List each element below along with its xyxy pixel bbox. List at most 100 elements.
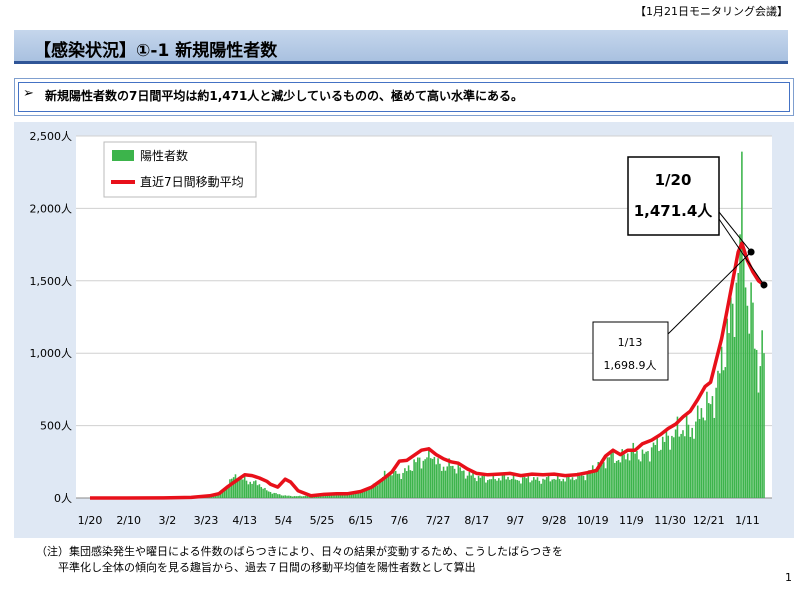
daily-bar xyxy=(426,457,428,498)
daily-bar xyxy=(450,466,452,498)
daily-bar xyxy=(728,333,730,498)
daily-bar xyxy=(280,495,283,498)
daily-bar xyxy=(757,392,760,498)
daily-bar xyxy=(448,458,450,498)
daily-bar xyxy=(674,429,677,498)
daily-bar xyxy=(455,473,458,498)
daily-bar xyxy=(300,496,303,498)
daily-bar xyxy=(730,297,732,498)
daily-bar xyxy=(474,477,476,498)
daily-bar xyxy=(603,462,605,498)
daily-bar xyxy=(604,468,607,498)
daily-bar xyxy=(685,415,688,498)
daily-bar xyxy=(411,470,414,498)
daily-bar xyxy=(396,473,399,498)
meeting-label: 【1月21日モニタリング会議】 xyxy=(635,5,788,18)
daily-bar xyxy=(643,453,646,498)
daily-bar xyxy=(571,477,574,498)
daily-bar xyxy=(415,462,417,498)
daily-bar xyxy=(238,478,240,498)
daily-bar xyxy=(299,495,301,498)
daily-bar xyxy=(295,496,298,498)
daily-bar xyxy=(676,416,679,498)
daily-bar xyxy=(568,474,570,498)
daily-bar xyxy=(544,479,546,498)
daily-bar xyxy=(706,391,708,498)
x-tick-label: 11/9 xyxy=(619,514,644,527)
daily-bar xyxy=(422,460,425,498)
daily-bar xyxy=(755,349,758,498)
daily-bar xyxy=(726,318,728,498)
daily-bar xyxy=(492,474,495,498)
daily-bar xyxy=(595,469,598,498)
daily-bar xyxy=(486,480,489,498)
daily-bar xyxy=(518,480,520,498)
daily-bar xyxy=(521,477,524,498)
daily-bar xyxy=(719,373,721,498)
daily-bar xyxy=(275,493,277,498)
daily-bar xyxy=(590,470,592,498)
x-tick-label: 10/19 xyxy=(577,514,609,527)
daily-bar xyxy=(715,387,717,498)
daily-bar xyxy=(586,472,588,498)
daily-bar xyxy=(477,475,480,498)
y-tick-label: 500人 xyxy=(40,420,72,433)
x-tick-label: 11/30 xyxy=(654,514,686,527)
daily-bar xyxy=(483,475,485,498)
daily-bar xyxy=(453,468,456,498)
daily-bar xyxy=(637,459,640,498)
daily-bar xyxy=(251,483,253,498)
daily-bar xyxy=(573,480,576,498)
legend-bar-label: 陽性者数 xyxy=(140,148,188,163)
daily-bar xyxy=(529,482,531,498)
daily-bar xyxy=(709,404,712,498)
daily-bar xyxy=(752,302,754,498)
footnote: （注）集団感染発生や曜日による件数のばらつきにより、日々の結果が変動するため、こ… xyxy=(36,544,563,576)
y-tick-label: 0人 xyxy=(54,492,72,505)
x-tick-label: 9/28 xyxy=(542,514,567,527)
daily-bar xyxy=(761,330,763,498)
daily-bar xyxy=(499,480,502,498)
daily-bar xyxy=(262,488,264,498)
daily-bar xyxy=(229,479,231,498)
daily-bar xyxy=(413,459,415,498)
daily-bar xyxy=(468,471,471,498)
daily-bar xyxy=(737,272,740,498)
daily-bar xyxy=(291,496,294,498)
daily-bar xyxy=(461,470,463,498)
daily-bar xyxy=(509,479,511,498)
daily-bar xyxy=(485,482,487,498)
daily-bar xyxy=(394,470,397,498)
daily-bar xyxy=(615,460,618,498)
daily-bar xyxy=(599,465,601,498)
daily-bar xyxy=(614,462,616,498)
daily-bar xyxy=(242,479,244,498)
daily-bar xyxy=(302,496,305,498)
daily-bar xyxy=(440,470,443,498)
x-tick-label: 9/7 xyxy=(507,514,525,527)
daily-bar xyxy=(507,476,509,498)
daily-bar xyxy=(256,485,259,498)
daily-bar xyxy=(608,457,611,498)
daily-bar xyxy=(641,449,644,498)
daily-bar xyxy=(496,480,498,498)
x-tick-label: 7/6 xyxy=(391,514,409,527)
daily-bar xyxy=(693,438,695,498)
daily-bar xyxy=(763,353,765,498)
daily-bar xyxy=(580,475,583,498)
daily-bar xyxy=(634,453,636,498)
daily-bar xyxy=(722,370,725,498)
daily-bar xyxy=(431,458,434,498)
daily-bar xyxy=(678,436,681,498)
footnote-line-1: （注）集団感染発生や曜日による件数のばらつきにより、日々の結果が変動するため、こ… xyxy=(36,545,564,558)
daily-bar xyxy=(536,477,539,498)
daily-bar xyxy=(534,479,537,498)
daily-bar xyxy=(407,465,410,498)
daily-bar xyxy=(420,468,423,498)
x-tick-label: 12/21 xyxy=(693,514,725,527)
daily-bar xyxy=(667,435,670,498)
daily-bar xyxy=(234,474,237,498)
daily-bar xyxy=(636,451,638,498)
daily-bar xyxy=(684,436,686,498)
daily-bar xyxy=(523,476,526,498)
